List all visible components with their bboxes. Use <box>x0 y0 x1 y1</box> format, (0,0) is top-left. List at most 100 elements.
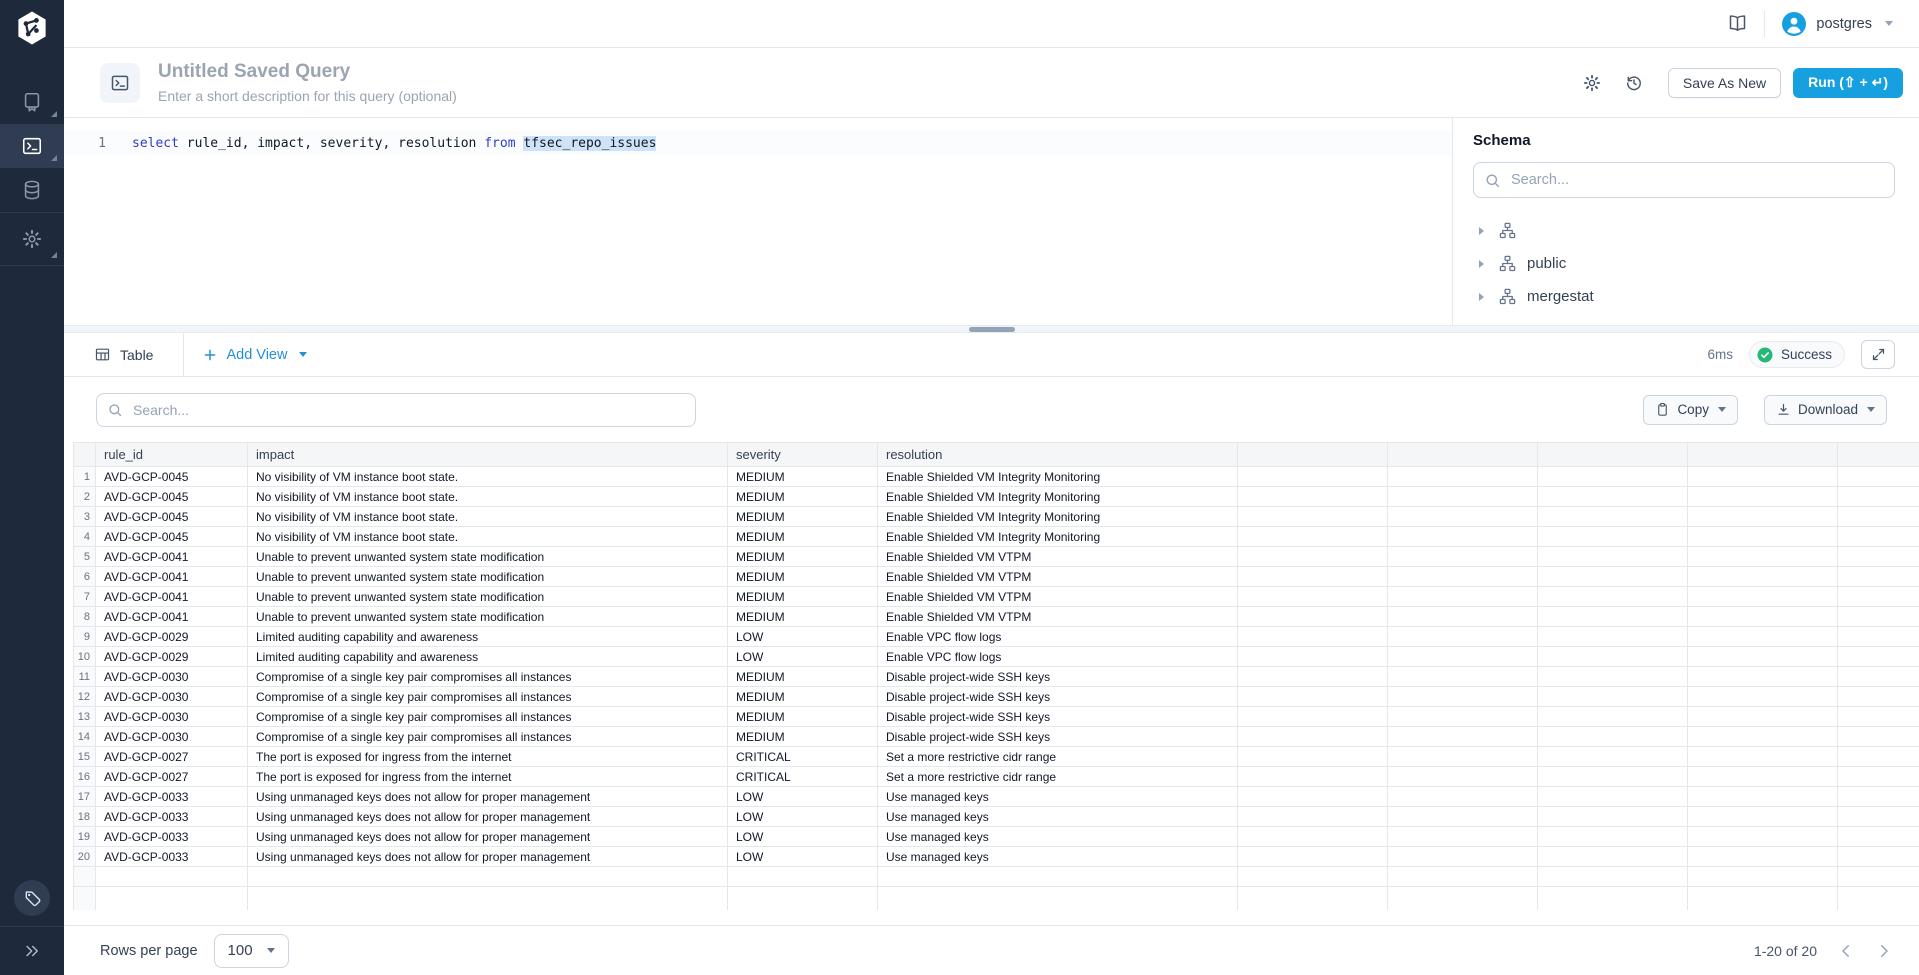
user-menu[interactable]: postgres <box>1781 11 1893 37</box>
column-header-resolution[interactable]: resolution <box>878 443 1238 467</box>
empty-cell <box>1388 527 1538 547</box>
empty-cell <box>74 867 96 887</box>
empty-cell <box>1388 867 1538 887</box>
chevron-right-icon[interactable] <box>1479 293 1484 301</box>
rows-per-page-select[interactable]: 100 <box>214 934 289 968</box>
previous-page-button[interactable] <box>1837 942 1855 960</box>
row-number: 16 <box>74 767 96 787</box>
splitter-handle[interactable] <box>969 327 1015 332</box>
save-as-new-button[interactable]: Save As New <box>1668 68 1781 98</box>
empty-cell <box>1838 747 1919 767</box>
schema-item-mergestat[interactable]: mergestat <box>1473 280 1895 313</box>
sidebar-item-settings[interactable] <box>0 213 64 265</box>
sidebar-item-queries[interactable] <box>0 124 64 168</box>
empty-cell <box>1838 587 1919 607</box>
schema-item-template[interactable] <box>1473 214 1895 247</box>
empty-cell <box>1688 747 1838 767</box>
schema-item-label: public <box>1527 255 1566 272</box>
table-cell: Unable to prevent unwanted system state … <box>248 567 728 587</box>
results-search-input[interactable] <box>131 401 685 419</box>
run-button[interactable]: Run (⇧ + ↵) <box>1793 68 1903 98</box>
empty-cell <box>1238 587 1388 607</box>
table-cell: No visibility of VM instance boot state. <box>248 527 728 547</box>
table-cell: Using unmanaged keys does not allow for … <box>248 807 728 827</box>
line-number: 1 <box>64 136 132 151</box>
next-page-button[interactable] <box>1875 942 1893 960</box>
table-cell: Disable project-wide SSH keys <box>878 707 1238 727</box>
chevron-down-icon <box>299 352 307 357</box>
empty-cell <box>1538 607 1688 627</box>
table-cell: Unable to prevent unwanted system state … <box>248 587 728 607</box>
sql-token: from <box>484 136 515 151</box>
empty-cell <box>1688 647 1838 667</box>
empty-cell <box>728 887 878 910</box>
empty-cell <box>1838 807 1919 827</box>
query-history-button[interactable] <box>1624 73 1644 93</box>
row-number: 9 <box>74 627 96 647</box>
status-badge-label: Success <box>1781 347 1832 362</box>
expand-results-button[interactable] <box>1861 340 1895 369</box>
double-chevron-right-icon <box>23 942 41 960</box>
docs-button[interactable] <box>1727 13 1748 34</box>
table-row: 6AVD-GCP-0041Unable to prevent unwanted … <box>74 567 1919 587</box>
empty-cell <box>1388 567 1538 587</box>
row-number: 18 <box>74 807 96 827</box>
empty-cell <box>1238 667 1388 687</box>
add-view-button[interactable]: Add View <box>184 347 325 363</box>
table-cell: Enable VPC flow logs <box>878 647 1238 667</box>
table-cell: Enable Shielded VM VTPM <box>878 587 1238 607</box>
empty-cell <box>1538 827 1688 847</box>
expand-icon <box>1871 347 1886 362</box>
sidebar-item-repos[interactable] <box>0 80 64 124</box>
sql-token: select <box>132 136 179 151</box>
mergestat-logo[interactable] <box>0 0 64 56</box>
table-row: 11AVD-GCP-0030Compromise of a single key… <box>74 667 1919 687</box>
row-number: 13 <box>74 707 96 727</box>
table-cell: AVD-GCP-0030 <box>96 687 248 707</box>
empty-column-header <box>1838 443 1919 467</box>
row-number: 3 <box>74 507 96 527</box>
download-button[interactable]: Download <box>1764 395 1887 425</box>
empty-cell <box>1238 627 1388 647</box>
sql-editor[interactable]: 1 select rule_id, impact, severity, reso… <box>64 118 1453 325</box>
query-settings-button[interactable] <box>1582 73 1602 93</box>
clipboard-icon <box>1655 402 1670 417</box>
table-cell: MEDIUM <box>728 507 878 527</box>
column-header-rule_id[interactable]: rule_id <box>96 443 248 467</box>
column-header-impact[interactable]: impact <box>248 443 728 467</box>
sql-token: rule_id, impact, severity, resolution <box>179 136 484 151</box>
table-cell: MEDIUM <box>728 587 878 607</box>
tab-table[interactable]: Table <box>64 333 183 376</box>
schema-item-public[interactable]: public <box>1473 247 1895 280</box>
table-cell: LOW <box>728 827 878 847</box>
chevron-right-icon[interactable] <box>1479 227 1484 235</box>
table-cell: AVD-GCP-0045 <box>96 487 248 507</box>
avatar <box>1781 11 1807 37</box>
copy-button[interactable]: Copy <box>1643 395 1738 425</box>
table-row: 18AVD-GCP-0033Using unmanaged keys does … <box>74 807 1919 827</box>
table-cell: AVD-GCP-0033 <box>96 827 248 847</box>
chevron-left-icon <box>1837 942 1855 960</box>
row-number: 1 <box>74 467 96 487</box>
empty-cell <box>248 867 728 887</box>
column-header-severity[interactable]: severity <box>728 443 878 467</box>
empty-cell <box>1538 767 1688 787</box>
schema-search-input[interactable] <box>1509 171 1884 189</box>
tag-button[interactable] <box>14 880 50 916</box>
empty-cell <box>1838 667 1919 687</box>
sidebar-item-data[interactable] <box>0 168 64 212</box>
empty-cell <box>1388 607 1538 627</box>
table-row: 7AVD-GCP-0041Unable to prevent unwanted … <box>74 587 1919 607</box>
sidebar-collapse-button[interactable] <box>0 927 64 975</box>
empty-cell <box>1838 467 1919 487</box>
plus-icon <box>202 347 218 363</box>
table-cell: MEDIUM <box>728 667 878 687</box>
mergestat-logo-icon <box>13 9 51 47</box>
sql-code-line[interactable]: select rule_id, impact, severity, resolu… <box>132 136 656 151</box>
query-description-input[interactable]: Enter a short description for this query… <box>158 88 457 104</box>
table-cell: Set a more restrictive cidr range <box>878 767 1238 787</box>
chevron-right-icon[interactable] <box>1479 260 1484 268</box>
empty-cell <box>1538 707 1688 727</box>
row-number: 12 <box>74 687 96 707</box>
query-title-input[interactable]: Untitled Saved Query <box>158 61 457 83</box>
